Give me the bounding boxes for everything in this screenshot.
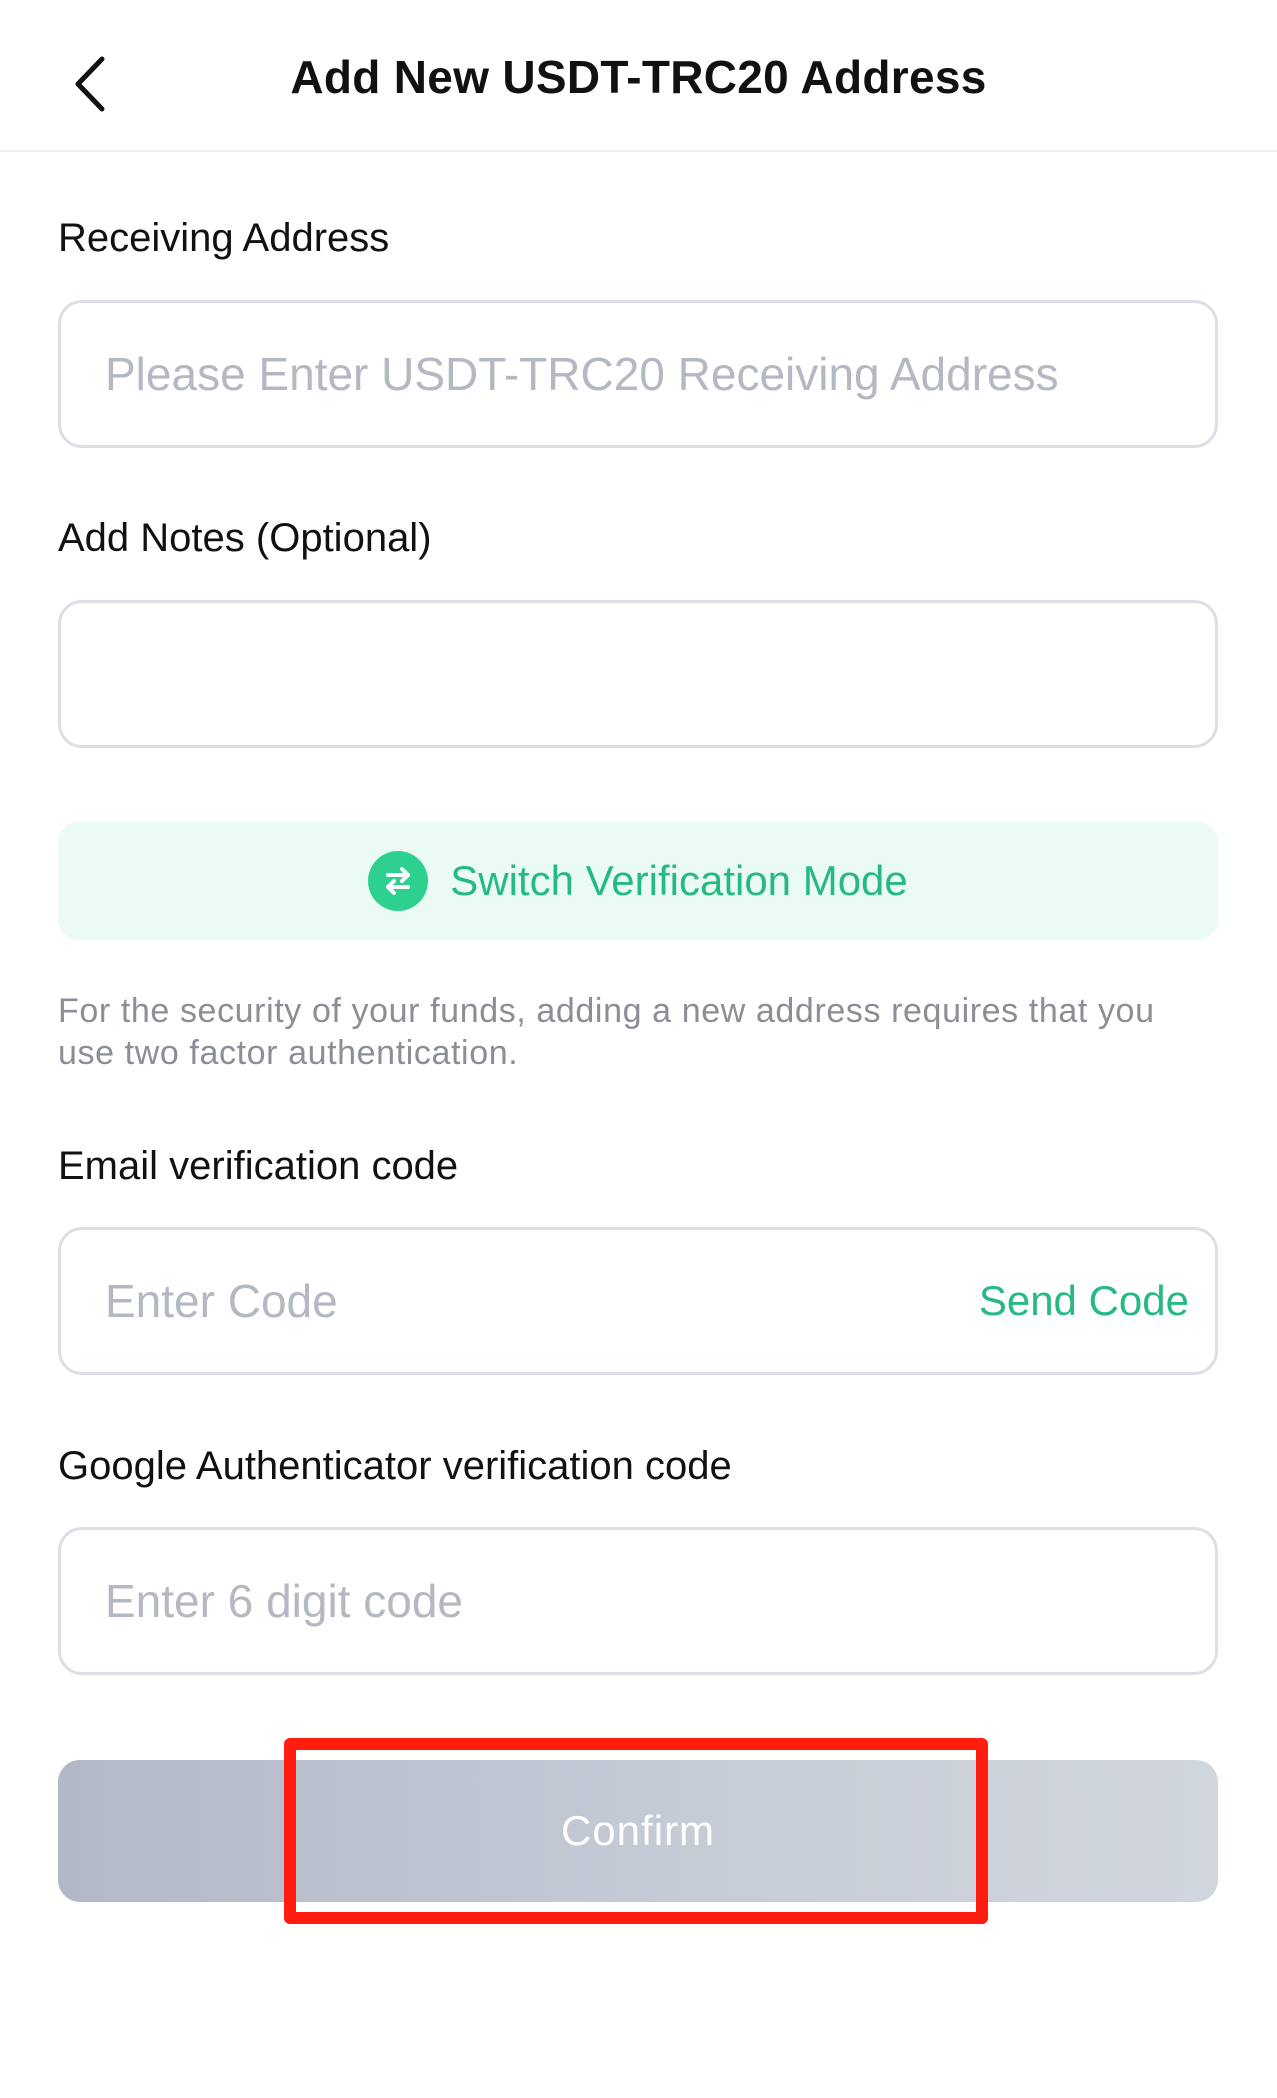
google-code-input[interactable]: [103, 1530, 1173, 1672]
notes-input[interactable]: [103, 603, 1173, 745]
email-code-input[interactable]: [103, 1230, 915, 1372]
swap-arrows-icon: [368, 851, 429, 911]
email-code-field[interactable]: Send Code: [58, 1227, 1218, 1375]
receiving-address-label: Receiving Address: [58, 216, 390, 260]
header-bar: Add New USDT-TRC20 Address: [0, 0, 1277, 152]
email-code-label: Email verification code: [58, 1144, 459, 1188]
notes-label: Add Notes (Optional): [58, 516, 432, 560]
add-address-page: Add New USDT-TRC20 Address Receiving Add…: [0, 0, 1277, 2098]
switch-verification-mode-label: Switch Verification Mode: [450, 857, 908, 904]
switch-verification-mode-button[interactable]: Switch Verification Mode: [58, 822, 1218, 940]
google-code-field[interactable]: [58, 1527, 1218, 1675]
receiving-address-input[interactable]: [103, 303, 1173, 445]
google-code-label: Google Authenticator verification code: [58, 1444, 732, 1488]
confirm-button[interactable]: Confirm: [58, 1760, 1218, 1902]
security-notice: For the security of your funds, adding a…: [58, 992, 1155, 1072]
notes-field[interactable]: [58, 600, 1218, 748]
receiving-address-field[interactable]: [58, 300, 1218, 448]
send-code-button[interactable]: Send Code: [979, 1230, 1189, 1372]
page-title: Add New USDT-TRC20 Address: [290, 51, 987, 103]
